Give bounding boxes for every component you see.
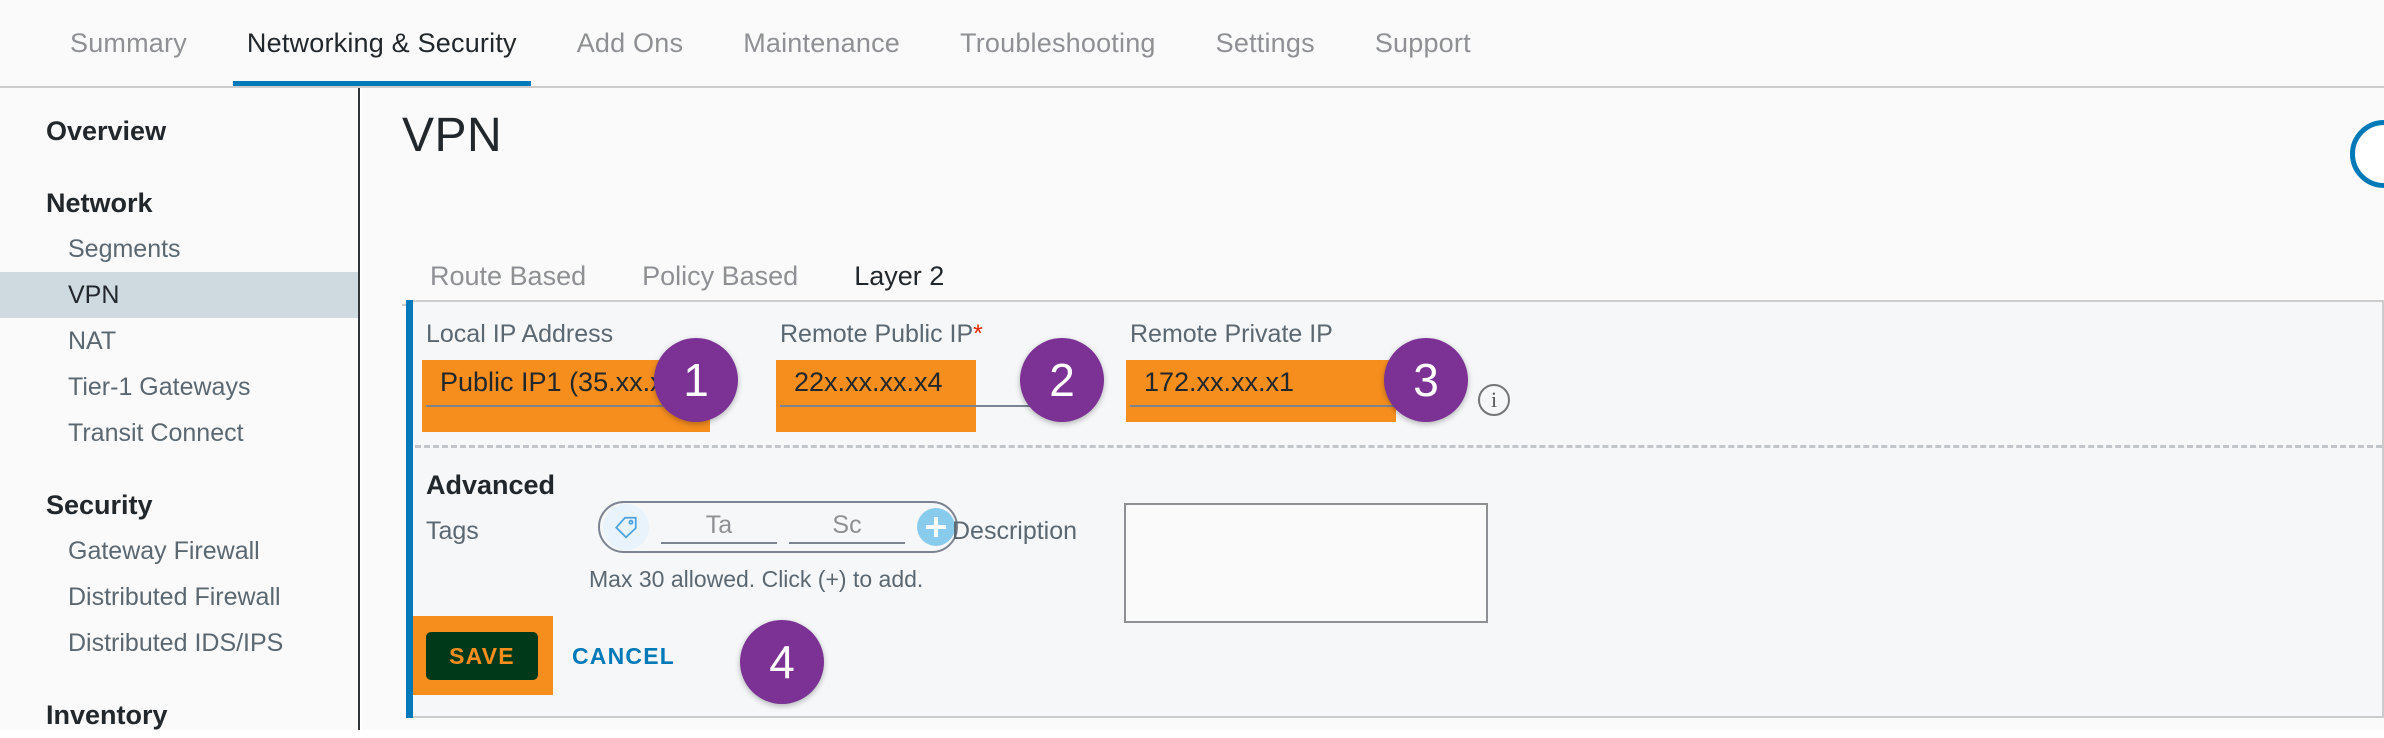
cancel-button[interactable]: CANCEL — [556, 632, 691, 680]
save-button[interactable]: SAVE — [426, 632, 538, 680]
section-divider — [415, 445, 2382, 448]
sidebar-item-distributed-firewall[interactable]: Distributed Firewall — [0, 574, 358, 620]
left-sidebar: Overview Network Segments VPN NAT Tier-1 Gat… — [0, 88, 360, 730]
topnav-item-troubleshooting[interactable]: Troubleshooting — [930, 0, 1186, 86]
tags-label: Tags — [426, 517, 479, 545]
advanced-section-title: Advanced — [426, 470, 556, 500]
callout-badge-4: 4 — [740, 620, 824, 704]
callout-badge-3: 3 — [1384, 338, 1468, 422]
tab-route-based[interactable]: Route Based — [402, 261, 614, 304]
vpn-subtabs: Route Based Policy Based Layer 2 — [402, 256, 2384, 306]
sidebar-item-transit-connect[interactable]: Transit Connect — [0, 410, 358, 456]
top-navigation-items: Summary Networking & Security Add Ons Maint… — [40, 0, 1501, 86]
description-textarea[interactable] — [1124, 503, 1488, 623]
tags-hint-text: Max 30 allowed. Click (+) to add. — [589, 566, 924, 592]
top-navigation-bar: Summary Networking & Security Add Ons Maint… — [0, 0, 2384, 88]
remote-private-ip-value: 172.xx.xx.x1 — [1144, 366, 1295, 397]
sidebar-item-gateway-firewall[interactable]: Gateway Firewall — [0, 528, 358, 574]
sidebar-item-nat[interactable]: NAT — [0, 318, 358, 364]
sidebar-group-inventory[interactable]: Inventory — [0, 692, 358, 738]
sidebar-item-overview[interactable]: Overview — [0, 108, 358, 154]
topnav-item-summary[interactable]: Summary — [40, 0, 217, 86]
required-asterisk: * — [973, 320, 983, 348]
tag-scope-input[interactable]: Sc — [789, 510, 905, 544]
callout-badge-1: 1 — [654, 338, 738, 422]
sidebar-item-vpn[interactable]: VPN — [0, 272, 358, 318]
tag-icon — [603, 504, 649, 550]
tags-input-group: Ta Sc — [598, 501, 958, 553]
remote-public-ip-label: Remote Public IP* — [780, 320, 1080, 349]
tag-name-input[interactable]: Ta — [661, 510, 777, 544]
remote-public-ip-label-text: Remote Public IP — [780, 320, 974, 348]
page-title: VPN — [402, 109, 503, 162]
description-label: Description — [952, 517, 1078, 545]
topnav-item-maintenance[interactable]: Maintenance — [713, 0, 930, 86]
callout-badge-2: 2 — [1020, 338, 1104, 422]
sidebar-groups: Network Segments VPN NAT Tier-1 Gateways Tran… — [0, 154, 358, 666]
topnav-item-networking-security[interactable]: Networking & Security — [217, 0, 547, 86]
sidebar-group-network[interactable]: Network — [0, 180, 358, 226]
remote-public-ip-value: 22x.xx.xx.x4 — [794, 366, 943, 397]
sidebar-item-segments[interactable]: Segments — [0, 226, 358, 272]
topnav-item-support[interactable]: Support — [1345, 0, 1501, 86]
tab-policy-based[interactable]: Policy Based — [614, 261, 826, 304]
topnav-item-add-ons[interactable]: Add Ons — [547, 0, 713, 86]
sidebar-group-security[interactable]: Security — [0, 482, 358, 528]
info-icon[interactable]: i — [1478, 384, 1510, 416]
add-tag-button[interactable] — [917, 508, 955, 546]
sidebar-item-tier-1-gateways[interactable]: Tier-1 Gateways — [0, 364, 358, 410]
form-accent-bar — [406, 300, 413, 718]
sidebar-item-distributed-ids-ips[interactable]: Distributed IDS/IPS — [0, 620, 358, 666]
topnav-item-settings[interactable]: Settings — [1186, 0, 1345, 86]
tab-layer-2[interactable]: Layer 2 — [826, 261, 972, 306]
